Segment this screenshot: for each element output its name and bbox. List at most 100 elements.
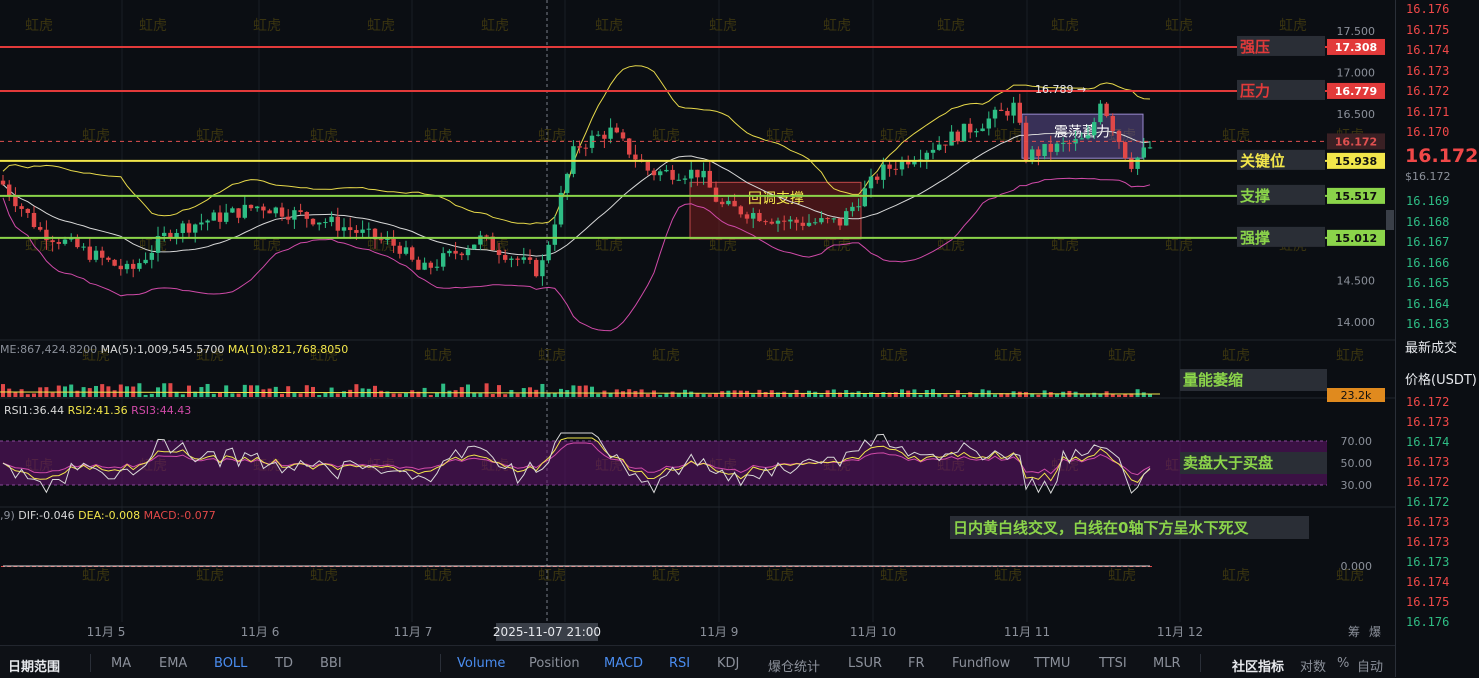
watermark-text: 虹虎 [1279,18,1307,34]
candle-body [38,227,43,230]
level-price-label: 16.172 [1335,135,1377,148]
toolbar-item[interactable]: BBI [320,656,342,671]
candle-body [304,211,309,219]
toolbar-item[interactable]: Volume [457,656,505,671]
indicator-toolbar: 日期范围 MA EMA BOLL TD BBI Volume Position MACD RSI K… [0,645,1395,678]
candle-body [447,250,452,254]
candle-body [428,262,433,268]
toolbar-item[interactable]: Position [529,656,580,671]
volume-bar [304,385,309,397]
candle-body [961,123,967,142]
candle-body [193,224,198,233]
toolbar-separator [440,654,441,672]
volume-bar [143,394,148,397]
toolbar-item[interactable]: EMA [159,656,187,671]
candle-body [379,239,384,241]
toolbar-item[interactable]: RSI [669,656,690,671]
toolbar-item[interactable]: MACD [604,656,643,671]
level-price-label: 15.012 [1335,232,1377,245]
trade-price: 16.172 [1406,475,1450,489]
candle-body [515,258,520,260]
toolbar-item[interactable]: BOLL [214,656,247,671]
volume-bar [56,385,61,397]
candle-body [503,254,508,260]
volume-bar [1073,391,1078,397]
price-tick-label: 17.500 [1337,25,1376,38]
toolbar-item[interactable]: TD [275,656,293,671]
watermark-text: 虹虎 [823,238,851,254]
candle-body [974,131,979,133]
candle-body [893,168,898,170]
volume-bar [707,394,712,397]
candle-body [124,263,130,270]
trades-price-header: 价格(USDT) [1405,373,1477,388]
candlestick-chart[interactable]: 虹虎 虹虎 虹虎 虹虎 虹虎 虹虎 虹虎 虹虎 虹虎 虹虎 虹虎 虹虎虹虎 虹虎 虹虎 虹虎 虹虎 虹虎 虹虎 虹虎… [0,0,1395,645]
watermark-text: 虹虎 [253,238,281,254]
candle-body [310,218,316,225]
toolbar-item[interactable]: TTSI [1099,656,1127,671]
toolbar-item[interactable]: 爆仓统计 [768,656,820,675]
candle-body [1104,103,1109,117]
toolbar-item[interactable]: Fundflow [952,656,1010,671]
crosshair-time-label: 2025-11-07 21:00 [493,625,601,639]
rsi-tick-label: 70.00 [1341,435,1373,448]
candle-body [267,210,272,214]
toolbar-item[interactable]: 社区指标 [1232,656,1284,675]
toolbar-item[interactable]: MA [111,656,131,671]
volume-bar [540,383,545,397]
toolbar-item[interactable]: FR [908,656,925,671]
volume-bar [286,386,291,397]
volume-bar [962,394,966,397]
candle-body [335,216,340,231]
candle-body [732,200,737,207]
level-price-label: 17.308 [1335,41,1377,54]
volume-bar [7,388,12,397]
scroll-handle[interactable] [1386,210,1394,230]
candle-body [527,257,533,260]
candle-body [825,218,830,220]
time-tick-label: 11月 11 [1004,625,1050,639]
candle-body [360,229,365,233]
watermark-text: 虹虎 [766,348,794,364]
watermark-text: 虹虎 [424,348,452,364]
watermark-text: 虹虎 [424,128,452,144]
candle-body [13,195,18,207]
candle-body [81,246,86,248]
candle-body [676,179,681,181]
candle-body [341,227,347,231]
candle-body [819,218,824,223]
volume-bar [168,383,173,397]
watermark-text: 虹虎 [595,238,623,254]
volume-bar [441,383,446,397]
volume-bar [261,389,266,397]
candle-body [1030,149,1035,161]
candle-body [800,222,805,226]
toolbar-item[interactable]: MLR [1153,656,1181,671]
toolbar-item[interactable]: 自动 [1357,656,1383,675]
orderbook-bid-price: 16.167 [1406,235,1450,249]
candle-body [881,164,886,180]
candle-body [782,220,787,222]
toolbar-item[interactable]: LSUR [848,656,882,671]
toolbar-item[interactable]: 日期范围 [8,656,60,675]
volume-bar [862,393,867,397]
volume-bar [236,393,241,397]
candle-body [292,210,297,220]
orderbook-ask-price: 16.172 [1406,84,1450,98]
candle-body [695,169,700,178]
toolbar-item[interactable]: % [1337,656,1349,671]
trade-price: 16.172 [1406,395,1450,409]
volume-bar [745,390,749,397]
candle-body [1017,102,1022,123]
candle-body [1054,143,1060,152]
candle-body [484,235,489,237]
volume-bar [112,390,117,397]
volume-bar [106,386,111,397]
volume-bar [447,390,452,397]
toolbar-item[interactable]: KDJ [717,656,739,671]
candle-body [131,263,136,269]
watermark-text: 虹虎 [424,568,452,584]
volume-bar [968,392,973,397]
toolbar-item[interactable]: TTMU [1034,656,1070,671]
toolbar-item[interactable]: 对数 [1300,656,1326,675]
